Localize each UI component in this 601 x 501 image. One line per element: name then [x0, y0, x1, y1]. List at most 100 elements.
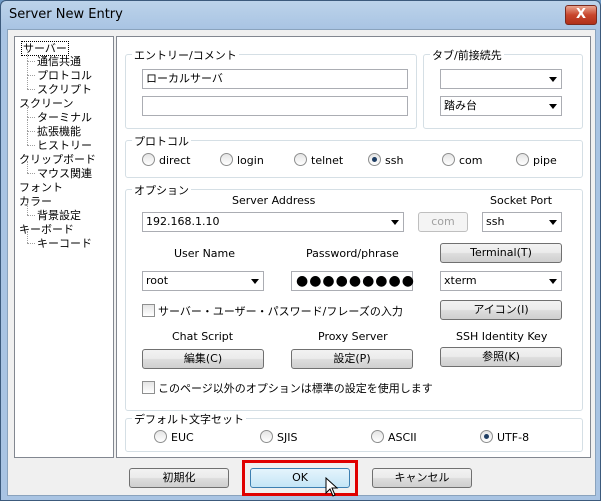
- radio-icon: [480, 430, 493, 443]
- entry-comment-group: エントリー/コメント ローカルサーバ: [125, 47, 417, 129]
- protocol-option-com[interactable]: com: [442, 153, 483, 167]
- radio-label: EUC: [171, 431, 194, 444]
- tree-connector: [27, 133, 28, 145]
- radio-icon: [260, 430, 273, 443]
- input-credentials-checkbox[interactable]: サーバー・ユーザー・パスワード/フレーズの入力: [142, 303, 403, 319]
- chevron-down-icon: [549, 77, 557, 82]
- terminal-type-value: xterm: [444, 274, 477, 287]
- tree-connector: [27, 161, 28, 173]
- tree-item[interactable]: サーバー: [21, 41, 69, 56]
- radio-label: pipe: [533, 154, 557, 167]
- title-bar[interactable]: Server New Entry X: [1, 1, 600, 29]
- password-field[interactable]: ●●●●●●●●●: [291, 271, 414, 291]
- radio-label: telnet: [311, 154, 344, 167]
- tree-item[interactable]: マウス関連: [37, 167, 92, 180]
- radio-icon: [442, 153, 455, 166]
- tree-item[interactable]: カラー: [19, 195, 52, 208]
- protocol-option-pipe[interactable]: pipe: [516, 153, 557, 167]
- charset-option-utf8[interactable]: UTF-8: [480, 430, 529, 444]
- protocol-title: プロトコル: [132, 133, 191, 149]
- socket-port-select[interactable]: ssh: [482, 212, 562, 232]
- server-settings-panel: エントリー/コメント ローカルサーバ タブ/前接続先 踏み台 プロトコル dir…: [116, 36, 591, 458]
- radio-label: com: [459, 154, 483, 167]
- radio-icon: [142, 153, 155, 166]
- tree-connector: [27, 105, 28, 117]
- protocol-option-telnet[interactable]: telnet: [294, 153, 343, 167]
- checkbox-icon: [142, 304, 155, 317]
- terminal-button[interactable]: Terminal(T): [440, 243, 562, 263]
- terminal-type-select[interactable]: xterm: [440, 271, 562, 291]
- tree-item[interactable]: フォント: [19, 181, 63, 194]
- radio-label: UTF-8: [497, 431, 530, 444]
- user-name-value: root: [146, 274, 169, 287]
- protocol-option-ssh[interactable]: ssh: [368, 153, 403, 167]
- radio-label: login: [237, 154, 264, 167]
- tree-connector: [27, 77, 28, 89]
- tree-connector: [27, 173, 35, 174]
- charset-option-ascii[interactable]: ASCII: [371, 430, 417, 444]
- mouse-pointer-icon: [325, 477, 339, 497]
- tree-item[interactable]: 拡張機能: [37, 125, 81, 138]
- protocol-option-direct[interactable]: direct: [142, 153, 190, 167]
- reset-button[interactable]: 初期化: [129, 468, 229, 488]
- tree-connector: [27, 243, 35, 244]
- radio-icon: [371, 430, 384, 443]
- socket-port-value: ssh: [486, 215, 505, 228]
- radio-label: ASCII: [388, 431, 417, 444]
- chat-script-edit-button[interactable]: 編集(C): [142, 349, 264, 369]
- tree-item[interactable]: キーコード: [37, 237, 92, 250]
- user-name-label: User Name: [174, 247, 236, 260]
- options-group: オプション Server Address Socket Port 192.168…: [125, 182, 583, 411]
- charset-group: デフォルト文字セット EUC SJIS ASCII UTF-8: [125, 411, 583, 452]
- comment-field[interactable]: [142, 96, 408, 116]
- tree-connector: [27, 119, 28, 131]
- close-button[interactable]: X: [565, 5, 597, 25]
- icon-button[interactable]: アイコン(I): [440, 300, 562, 320]
- tab-previous-title: タブ/前接続先: [430, 47, 504, 63]
- tree-item[interactable]: クリップボード: [19, 153, 96, 166]
- radio-label: direct: [159, 154, 191, 167]
- use-default-options-checkbox[interactable]: このページ以外のオプションは標準の設定を使用します: [142, 380, 433, 396]
- tree-item[interactable]: 背景設定: [37, 209, 81, 222]
- tree-item[interactable]: プロトコル: [37, 69, 92, 82]
- password-label: Password/phrase: [306, 247, 399, 260]
- com-button[interactable]: com: [418, 212, 468, 232]
- tree-connector: [27, 117, 35, 118]
- tree-item[interactable]: ターミナル: [37, 111, 92, 124]
- settings-tree: サーバー 通信共通 プロトコル スクリプト スクリーン ターミナル 拡張機能 ヒストリー クリッ…: [14, 36, 114, 458]
- previous-host-select[interactable]: 踏み台: [440, 96, 562, 116]
- cancel-button[interactable]: キャンセル: [372, 468, 472, 488]
- charset-option-euc[interactable]: EUC: [154, 430, 194, 444]
- tree-item[interactable]: 通信共通: [37, 55, 81, 68]
- radio-icon: [220, 153, 233, 166]
- tree-connector: [27, 61, 35, 62]
- tree-connector: [27, 75, 35, 76]
- radio-icon: [294, 153, 307, 166]
- tab-select[interactable]: [440, 69, 562, 89]
- dialog-client-area: サーバー 通信共通 プロトコル スクリプト スクリーン ターミナル 拡張機能 ヒストリー クリッ…: [7, 29, 596, 497]
- tree-connector: [27, 231, 28, 243]
- tree-item[interactable]: スクリプト: [37, 83, 92, 96]
- entry-comment-title: エントリー/コメント: [132, 47, 239, 63]
- server-address-select[interactable]: 192.168.1.10: [142, 212, 404, 232]
- protocol-group: プロトコル direct login telnet ssh com pipe: [125, 133, 583, 178]
- server-address-label: Server Address: [232, 194, 316, 207]
- ssh-key-browse-button[interactable]: 参照(K): [440, 347, 562, 367]
- input-credentials-label: サーバー・ユーザー・パスワード/フレーズの入力: [158, 305, 403, 318]
- tree-connector: [27, 63, 28, 75]
- chevron-down-icon: [251, 279, 259, 284]
- use-default-options-label: このページ以外のオプションは標準の設定を使用します: [158, 382, 433, 395]
- checkbox-icon: [142, 381, 155, 394]
- chevron-down-icon: [549, 279, 557, 284]
- charset-title: デフォルト文字セット: [132, 411, 246, 427]
- entry-name-field[interactable]: ローカルサーバ: [142, 69, 408, 89]
- tree-item[interactable]: ヒストリー: [37, 139, 92, 152]
- tab-previous-group: タブ/前接続先 踏み台: [423, 47, 583, 129]
- user-name-select[interactable]: root: [142, 271, 264, 291]
- tree-connector: [27, 203, 28, 215]
- proxy-settings-button[interactable]: 設定(P): [291, 349, 413, 369]
- chevron-down-icon: [549, 104, 557, 109]
- protocol-option-login[interactable]: login: [220, 153, 264, 167]
- charset-option-sjis[interactable]: SJIS: [260, 430, 297, 444]
- server-address-value: 192.168.1.10: [146, 215, 220, 228]
